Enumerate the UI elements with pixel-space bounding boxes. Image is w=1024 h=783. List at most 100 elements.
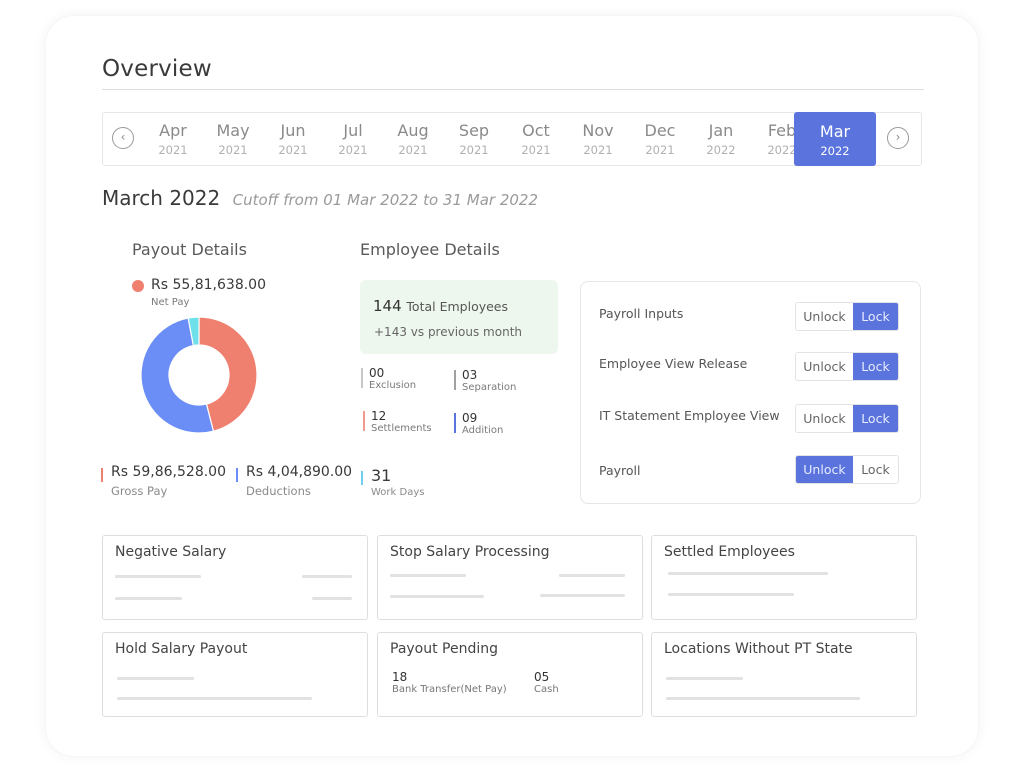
net-pay-value: Rs 55,81,638.00 [151,277,266,293]
period-heading: March 2022 Cutoff from 01 Mar 2022 to 31… [102,186,538,210]
locations-without-pt-state-card[interactable]: Locations Without PT State [651,632,917,717]
placeholder-line [115,597,182,600]
month-label: Oct [522,121,550,140]
work-days-value: 31 [371,466,392,485]
lock-row-label: Payroll Inputs [599,306,684,321]
lock-toggle: Unlock Lock [795,302,899,331]
separation-label: Separation [462,382,517,393]
unlock-button[interactable]: Unlock [796,353,853,380]
lock-row-it-statement-employee-view: IT Statement Employee View Unlock Lock [599,404,904,434]
deductions-value: Rs 4,04,890.00 [246,464,353,480]
settled-employees-card[interactable]: Settled Employees [651,535,917,620]
lock-settings-panel: Payroll Inputs Unlock Lock Employee View… [580,281,921,504]
month-sep-2021[interactable]: Sep 2021 [444,113,504,165]
card-title: Negative Salary [115,544,227,560]
month-label: Aug [397,121,429,140]
unlock-button[interactable]: Unlock [796,456,853,483]
unlock-button[interactable]: Unlock [796,405,853,432]
stop-salary-processing-card[interactable]: Stop Salary Processing [377,535,643,620]
year-label: 2022 [706,143,736,157]
unlock-button[interactable]: Unlock [796,303,853,330]
chevron-right-icon[interactable]: › [887,127,909,149]
card-title: Settled Employees [664,544,795,560]
month-label: Nov [582,121,614,140]
placeholder-line [390,595,484,598]
lock-toggle: Unlock Lock [795,455,899,484]
chevron-left-icon[interactable]: ‹ [112,127,134,149]
month-jun-2021[interactable]: Jun 2021 [263,113,323,165]
lock-button[interactable]: Lock [852,456,898,483]
placeholder-line [115,575,201,578]
month-oct-2021[interactable]: Oct 2021 [506,113,566,165]
month-dec-2021[interactable]: Dec 2021 [630,113,690,165]
month-label: Jan [708,121,734,140]
month-label: Jun [280,121,306,140]
month-label: Apr [159,121,187,140]
total-employees: 144 Total Employees [373,297,508,315]
placeholder-line [117,677,194,680]
work-days-label: Work Days [371,487,425,498]
addition-label: Addition [462,425,504,436]
year-label: 2021 [459,143,489,157]
month-apr-2021[interactable]: Apr 2021 [143,113,203,165]
payout-pending-card[interactable]: Payout Pending 18 Bank Transfer(Net Pay)… [377,632,643,717]
year-label: 2021 [278,143,308,157]
total-employees-count: 144 [373,297,402,315]
month-mar-2022[interactable]: Mar 2022 [794,112,876,166]
cutoff-text: Cutoff from 01 Mar 2022 to 31 Mar 2022 [232,191,539,209]
addition-marker [454,413,456,433]
lock-row-payroll: Payroll Unlock Lock [599,455,904,485]
year-label: 2021 [158,143,188,157]
month-label: Dec [644,121,676,140]
card-title: Stop Salary Processing [390,544,550,560]
month-jul-2021[interactable]: Jul 2021 [323,113,383,165]
addition-value: 09 [462,411,478,425]
gross-pay-marker [101,468,103,482]
month-may-2021[interactable]: May 2021 [203,113,263,165]
placeholder-line [302,575,352,578]
page-title: Overview [102,56,212,82]
year-label: 2021 [645,143,675,157]
bank-transfer-stat: 18 Bank Transfer(Net Pay) [392,670,507,695]
exclusion-value: 00 [369,366,385,380]
hold-salary-payout-card[interactable]: Hold Salary Payout [102,632,368,717]
lock-toggle: Unlock Lock [795,404,899,433]
lock-row-label: IT Statement Employee View [599,408,780,423]
year-label: 2021 [398,143,428,157]
deductions-label: Deductions [246,484,311,498]
lock-button[interactable]: Lock [852,303,898,330]
placeholder-line [668,593,794,596]
employee-details-title: Employee Details [360,240,500,259]
placeholder-line [540,594,625,597]
deductions-marker [236,468,238,482]
year-label: 2021 [583,143,613,157]
month-selector: ‹ Apr 2021 May 2021 Jun 2021 Jul 2021 Aug 2021 Sep… [102,112,922,166]
placeholder-line [666,697,860,700]
total-employees-box: 144 Total Employees +143 vs previous mon… [360,280,558,354]
net-pay-label: Net Pay [151,297,190,308]
separation-marker [454,370,456,390]
lock-button[interactable]: Lock [852,405,898,432]
month-label: Sep [458,121,490,140]
total-employees-label: Total Employees [406,299,509,314]
lock-row-payroll-inputs: Payroll Inputs Unlock Lock [599,302,904,332]
placeholder-line [390,574,466,577]
lock-row-label: Employee View Release [599,356,748,371]
cash-value: 05 [534,670,550,684]
work-days-marker [361,471,363,485]
lock-toggle: Unlock Lock [795,352,899,381]
settlements-label: Settlements [371,423,432,434]
month-aug-2021[interactable]: Aug 2021 [383,113,443,165]
month-jan-2022[interactable]: Jan 2022 [691,113,751,165]
gross-pay-value: Rs 59,86,528.00 [111,464,226,480]
separation-value: 03 [462,368,478,382]
employees-change: +143 vs previous month [374,325,523,339]
month-label: May [216,121,250,140]
bank-transfer-label: Bank Transfer(Net Pay) [392,684,507,695]
settlements-marker [363,411,365,431]
card-title: Hold Salary Payout [115,641,248,657]
lock-button[interactable]: Lock [852,353,898,380]
month-nov-2021[interactable]: Nov 2021 [568,113,628,165]
net-pay-dot [132,280,144,292]
negative-salary-card[interactable]: Negative Salary [102,535,368,620]
